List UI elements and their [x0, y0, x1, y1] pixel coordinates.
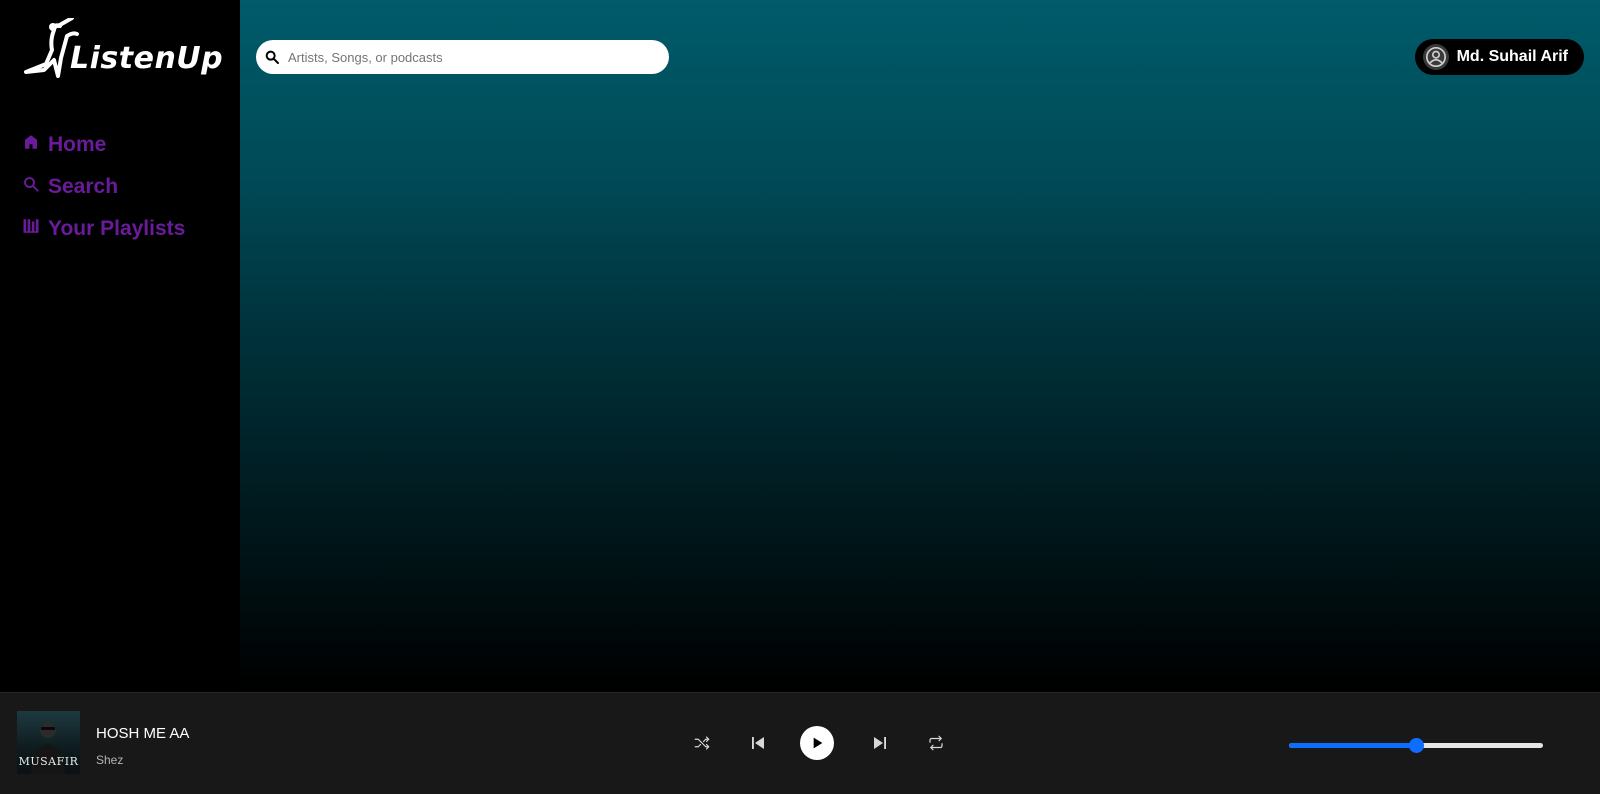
skip-forward-icon — [874, 737, 886, 749]
sidebar-item-playlists[interactable]: Your Playlists — [22, 208, 185, 250]
play-button[interactable] — [799, 725, 835, 761]
album-cover[interactable]: MUSAFIR — [17, 711, 80, 774]
volume-slider[interactable] — [1289, 738, 1543, 753]
track-artist[interactable]: Shez — [96, 753, 123, 767]
library-icon — [23, 219, 39, 233]
sidebar-nav: Home Search Your Playlists — [22, 124, 185, 250]
sidebar-item-label: Your Playlists — [48, 217, 186, 240]
play-button-circle — [800, 726, 834, 760]
app-logo[interactable]: ListenUp — [24, 18, 224, 88]
previous-button[interactable] — [740, 725, 776, 761]
play-icon — [813, 737, 823, 749]
search-icon — [265, 50, 279, 64]
home-icon — [25, 135, 37, 149]
shuffle-icon — [694, 736, 710, 750]
sidebar: ListenUp Home Search Your Playlists — [0, 0, 240, 692]
app-root: ListenUp Home Search Your Playlists Arti… — [0, 0, 1600, 794]
album-cover-title: MUSAFIR — [18, 755, 79, 768]
sidebar-item-search[interactable]: Search — [22, 166, 185, 208]
search-input[interactable] — [288, 49, 648, 65]
sidebar-item-label: Home — [48, 133, 107, 156]
repeat-icon — [929, 735, 943, 751]
search-icon — [24, 177, 39, 192]
track-title[interactable]: HOSH ME AA — [96, 725, 189, 742]
user-circle-icon — [1425, 47, 1446, 67]
logo-text: ListenUp — [70, 41, 224, 76]
volume-thumb[interactable] — [1409, 738, 1424, 753]
sidebar-item-label: Search — [48, 175, 119, 198]
player-bar: MUSAFIR HOSH ME AA Shez — [0, 692, 1600, 794]
skip-back-icon — [752, 737, 764, 749]
search-bar[interactable] — [256, 40, 669, 74]
volume-fill — [1289, 743, 1416, 748]
user-name: Md. Suhail Arif — [1456, 48, 1568, 65]
next-button[interactable] — [862, 725, 898, 761]
sidebar-item-home[interactable]: Home — [22, 124, 185, 166]
user-profile-button[interactable]: Md. Suhail Arif — [1414, 39, 1584, 75]
repeat-button[interactable] — [918, 725, 954, 761]
avatar — [1422, 44, 1449, 70]
main-content: Md. Suhail Arif — [240, 0, 1600, 692]
shuffle-button[interactable] — [684, 725, 720, 761]
